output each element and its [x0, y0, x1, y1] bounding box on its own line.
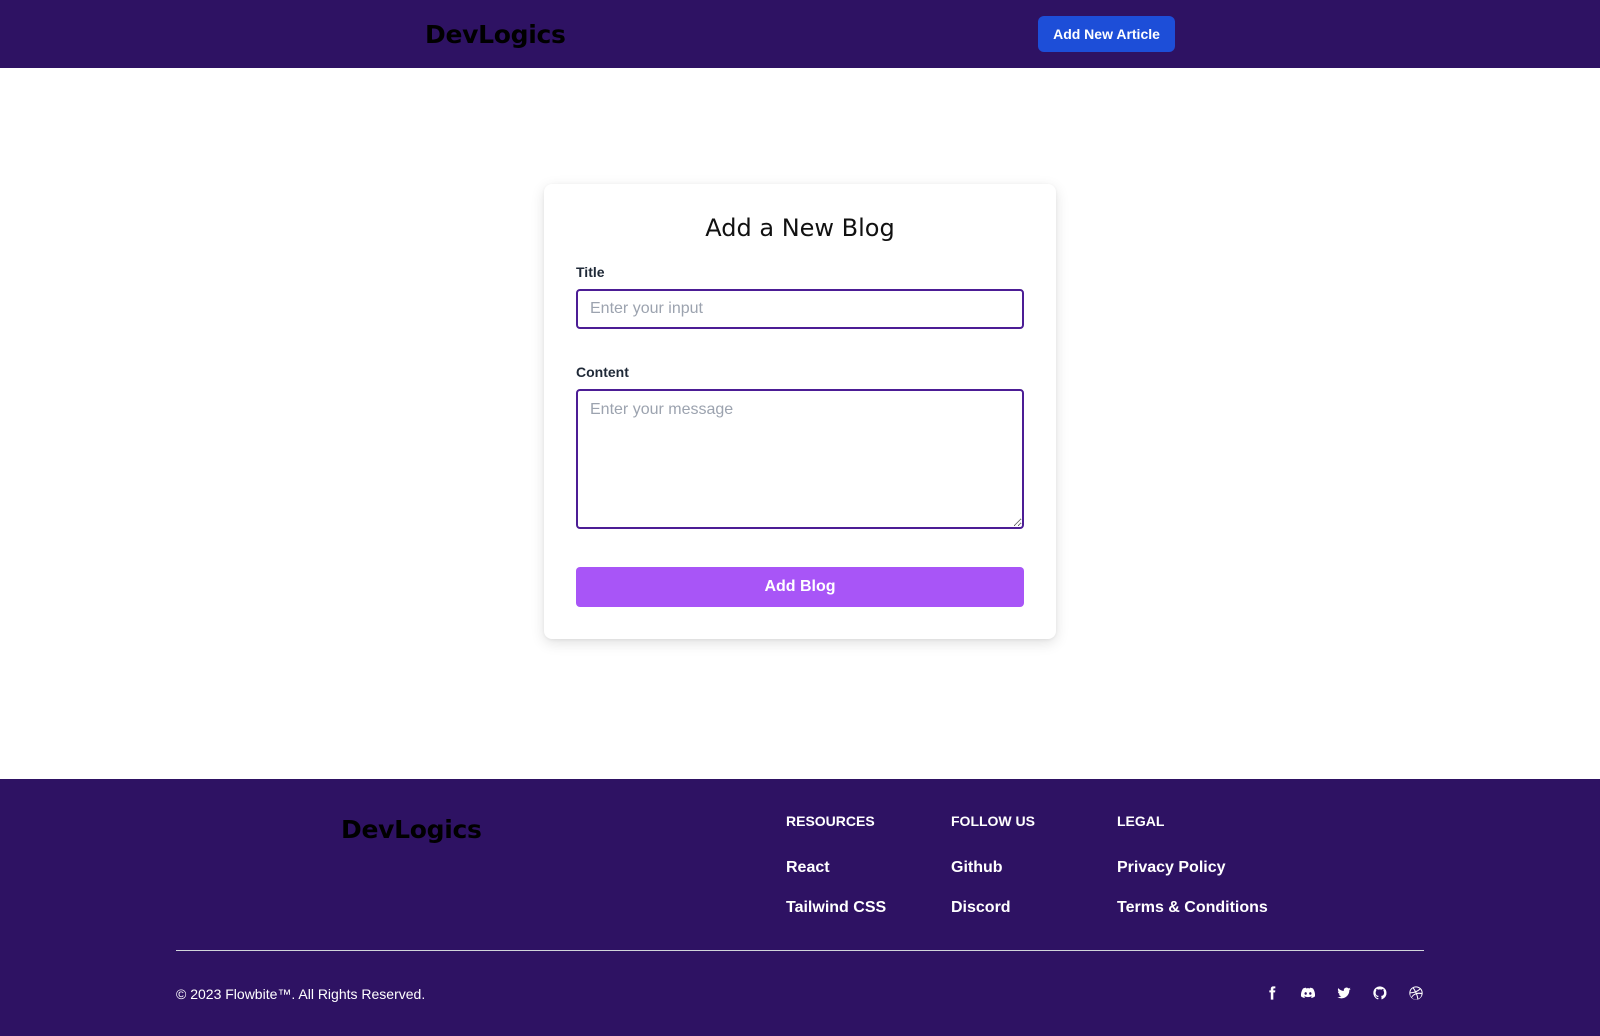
footer-column-heading: LEGAL	[1117, 813, 1165, 829]
footer-link-tailwind[interactable]: Tailwind CSS	[786, 899, 886, 917]
footer-link-discord[interactable]: Discord	[951, 899, 1035, 917]
footer-column-follow-us: FOLLOW US Github Discord	[951, 813, 1035, 917]
top-navbar: DevLogics Add New Article	[0, 0, 1600, 68]
add-blog-button[interactable]: Add Blog	[576, 567, 1024, 607]
content-textarea[interactable]	[576, 389, 1024, 529]
discord-icon[interactable]	[1298, 983, 1318, 1003]
footer-link-github[interactable]: Github	[951, 859, 1035, 877]
site-footer: DevLogics RESOURCES React Tailwind CSS F…	[0, 779, 1600, 1036]
footer-column-heading: RESOURCES	[786, 813, 875, 829]
add-new-article-button[interactable]: Add New Article	[1038, 16, 1175, 52]
footer-brand-logo[interactable]: DevLogics	[341, 815, 482, 844]
add-blog-form-card: Add a New Blog Title Content Add Blog	[544, 184, 1056, 639]
brand-logo[interactable]: DevLogics	[425, 20, 566, 49]
footer-column-heading: FOLLOW US	[951, 813, 1035, 829]
footer-link-react[interactable]: React	[786, 859, 886, 877]
dribbble-icon[interactable]	[1406, 983, 1426, 1003]
footer-link-privacy-policy[interactable]: Privacy Policy	[1117, 859, 1268, 877]
content-label: Content	[576, 364, 629, 380]
title-label: Title	[576, 264, 605, 280]
title-input[interactable]	[576, 289, 1024, 329]
footer-divider	[176, 950, 1424, 951]
footer-link-terms[interactable]: Terms & Conditions	[1117, 899, 1268, 917]
form-heading: Add a New Blog	[705, 214, 895, 242]
twitter-icon[interactable]	[1334, 983, 1354, 1003]
social-icons	[1262, 983, 1426, 1003]
facebook-icon[interactable]	[1262, 983, 1282, 1003]
footer-column-resources: RESOURCES React Tailwind CSS	[786, 813, 886, 917]
copyright-text: © 2023 Flowbite™. All Rights Reserved.	[176, 986, 426, 1002]
github-icon[interactable]	[1370, 983, 1390, 1003]
footer-column-legal: LEGAL Privacy Policy Terms & Conditions	[1117, 813, 1268, 917]
